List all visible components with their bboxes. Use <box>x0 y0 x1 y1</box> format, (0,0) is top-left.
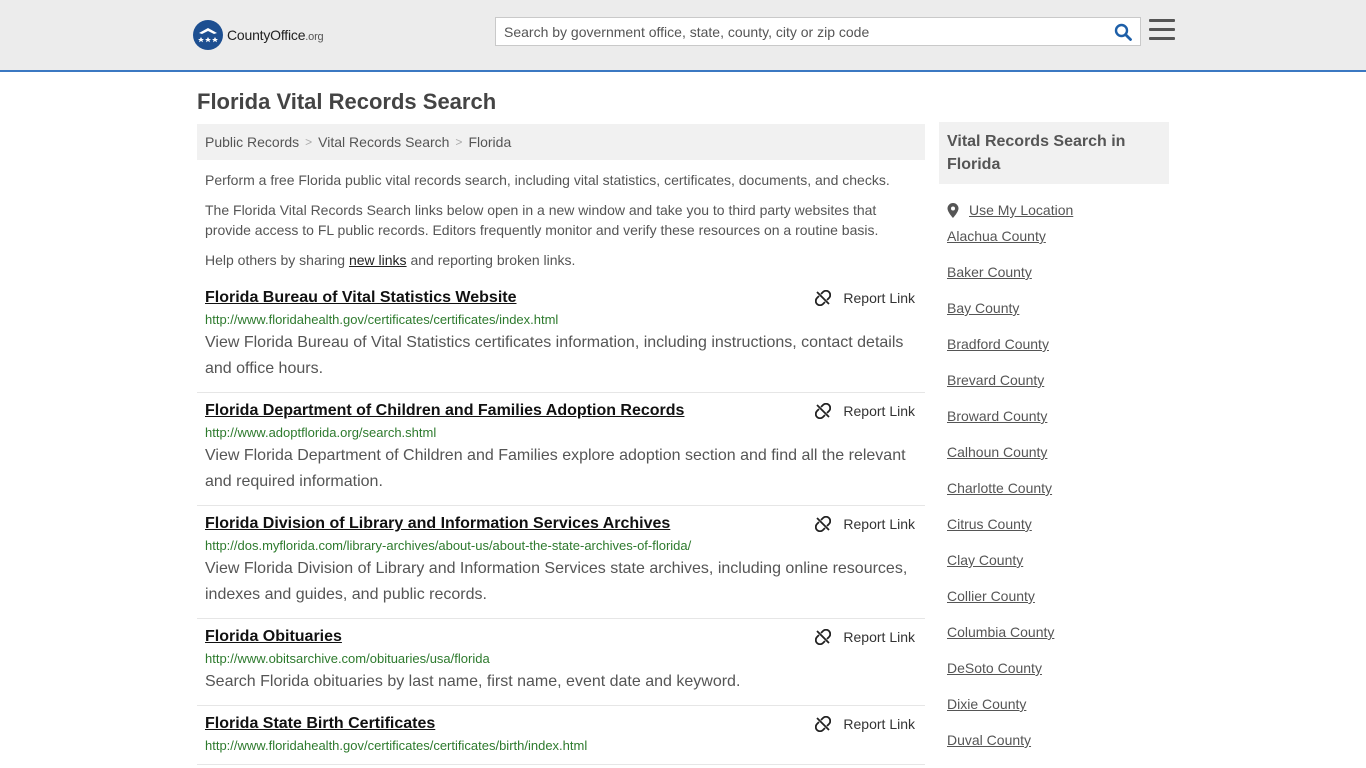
breadcrumb-item-vital-records-search[interactable]: Vital Records Search <box>318 134 449 150</box>
result-item: Florida Obituaries Report Link http://ww… <box>197 619 925 706</box>
result-item: Florida Bureau of Vital Statistics Websi… <box>197 280 925 393</box>
breadcrumb-item-florida[interactable]: Florida <box>468 134 511 150</box>
report-link-label: Report Link <box>843 716 915 732</box>
county-link[interactable]: Dixie County <box>947 696 1026 712</box>
report-link-label: Report Link <box>843 290 915 306</box>
list-item: DeSoto County <box>947 650 1169 686</box>
report-link-button[interactable]: Report Link <box>815 716 915 732</box>
result-title-link[interactable]: Florida State Birth Certificates <box>205 714 435 734</box>
sidebar: Vital Records Search in Florida Use My L… <box>939 122 1169 758</box>
county-link[interactable]: Columbia County <box>947 624 1054 640</box>
logo-text: CountyOffice.org <box>227 27 324 43</box>
report-link-button[interactable]: Report Link <box>815 403 915 419</box>
county-link[interactable]: Bay County <box>947 300 1019 316</box>
page-title: Florida Vital Records Search <box>197 89 497 114</box>
result-description: View Florida Department of Children and … <box>205 447 906 490</box>
search-box <box>495 17 1141 46</box>
main-content: Public Records > Vital Records Search > … <box>197 124 925 765</box>
list-item: Calhoun County <box>947 434 1169 470</box>
list-item: Collier County <box>947 578 1169 614</box>
breadcrumb-item-public-records[interactable]: Public Records <box>205 134 299 150</box>
list-item: Alachua County <box>947 218 1169 254</box>
result-description: View Florida Division of Library and Inf… <box>205 560 908 603</box>
list-item: Broward County <box>947 398 1169 434</box>
result-item: Florida State Birth Certificates Report … <box>197 706 925 765</box>
logo-tld: .org <box>305 31 324 43</box>
county-link[interactable]: Collier County <box>947 588 1035 604</box>
intro-paragraph-1: Perform a free Florida public vital reco… <box>205 172 890 188</box>
list-item: Columbia County <box>947 614 1169 650</box>
county-link[interactable]: Calhoun County <box>947 444 1047 460</box>
new-links-link[interactable]: new links <box>349 252 407 268</box>
list-item: Bradford County <box>947 326 1169 362</box>
list-item: Brevard County <box>947 362 1169 398</box>
broken-link-icon <box>815 629 832 645</box>
map-pin-icon <box>947 202 959 218</box>
breadcrumb-separator-icon: > <box>305 135 313 149</box>
results-list: Florida Bureau of Vital Statistics Websi… <box>197 280 925 765</box>
county-link[interactable]: Charlotte County <box>947 480 1052 496</box>
search-icon <box>1114 23 1132 41</box>
result-url[interactable]: http://www.floridahealth.gov/certificate… <box>205 738 917 754</box>
county-link[interactable]: Bradford County <box>947 336 1049 352</box>
report-link-label: Report Link <box>843 516 915 532</box>
hamburger-menu-icon[interactable] <box>1149 19 1175 43</box>
sidebar-heading: Vital Records Search in Florida <box>939 122 1169 184</box>
breadcrumb: Public Records > Vital Records Search > … <box>197 124 925 160</box>
logo-badge-icon <box>193 20 223 50</box>
logo-word-county: County <box>227 27 271 43</box>
result-title-link[interactable]: Florida Division of Library and Informat… <box>205 514 670 534</box>
list-item: Dixie County <box>947 686 1169 722</box>
result-url[interactable]: http://www.adoptflorida.org/search.shtml <box>205 425 917 441</box>
county-link[interactable]: Clay County <box>947 552 1023 568</box>
broken-link-icon <box>815 290 832 306</box>
list-item: Citrus County <box>947 506 1169 542</box>
list-item: Bay County <box>947 290 1169 326</box>
result-item: Florida Division of Library and Informat… <box>197 506 925 619</box>
search-button[interactable] <box>1112 21 1134 43</box>
report-link-button[interactable]: Report Link <box>815 516 915 532</box>
list-item: Charlotte County <box>947 470 1169 506</box>
broken-link-icon <box>815 516 832 532</box>
breadcrumb-separator-icon: > <box>455 135 463 149</box>
intro-help-text: Help others by sharing <box>205 252 349 268</box>
use-my-location-link[interactable]: Use My Location <box>969 202 1073 218</box>
intro-help-text-end: and reporting broken links. <box>406 252 576 268</box>
county-link[interactable]: Duval County <box>947 732 1031 748</box>
intro-text: Perform a free Florida public vital reco… <box>197 170 925 270</box>
result-description: Search Florida obituaries by last name, … <box>205 673 741 690</box>
result-item: Florida Department of Children and Famil… <box>197 393 925 506</box>
broken-link-icon <box>815 716 832 732</box>
list-item: Clay County <box>947 542 1169 578</box>
intro-paragraph-2: The Florida Vital Records Search links b… <box>205 202 879 238</box>
county-link[interactable]: Baker County <box>947 264 1032 280</box>
list-item: Duval County <box>947 722 1169 758</box>
search-input[interactable] <box>496 18 1106 45</box>
county-link[interactable]: DeSoto County <box>947 660 1042 676</box>
logo-word-office: Office <box>270 27 306 43</box>
report-link-label: Report Link <box>843 629 915 645</box>
result-title-link[interactable]: Florida Department of Children and Famil… <box>205 401 684 421</box>
result-url[interactable]: http://www.floridahealth.gov/certificate… <box>205 312 917 328</box>
county-link[interactable]: Citrus County <box>947 516 1032 532</box>
list-item: Baker County <box>947 254 1169 290</box>
report-link-button[interactable]: Report Link <box>815 629 915 645</box>
result-description: View Florida Bureau of Vital Statistics … <box>205 334 904 377</box>
result-title-link[interactable]: Florida Bureau of Vital Statistics Websi… <box>205 288 516 308</box>
report-link-label: Report Link <box>843 403 915 419</box>
county-list: Alachua County Baker County Bay County B… <box>939 218 1169 758</box>
county-link[interactable]: Brevard County <box>947 372 1044 388</box>
site-logo[interactable]: CountyOffice.org <box>193 20 324 50</box>
result-title-link[interactable]: Florida Obituaries <box>205 627 342 647</box>
result-url[interactable]: http://dos.myflorida.com/library-archive… <box>205 538 917 554</box>
broken-link-icon <box>815 403 832 419</box>
county-link[interactable]: Broward County <box>947 408 1047 424</box>
site-header: CountyOffice.org <box>0 0 1366 72</box>
result-url[interactable]: http://www.obitsarchive.com/obituaries/u… <box>205 651 917 667</box>
intro-paragraph-3: Help others by sharing new links and rep… <box>205 250 917 270</box>
use-my-location: Use My Location <box>939 202 1169 218</box>
county-link[interactable]: Alachua County <box>947 228 1046 244</box>
report-link-button[interactable]: Report Link <box>815 290 915 306</box>
